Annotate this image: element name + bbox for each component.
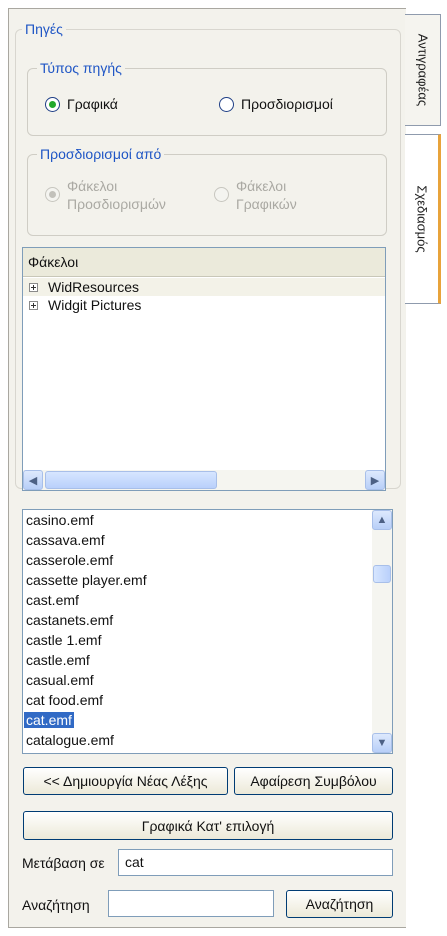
radio-graphics-folders-label: Φάκελοι Γραφικών	[236, 178, 297, 212]
list-item[interactable]: castle.emf	[23, 650, 392, 670]
list-item[interactable]: casual.emf	[23, 670, 392, 690]
goto-input[interactable]: cat	[118, 849, 393, 876]
radio-qualifiers-label: Προσδιορισμοί	[241, 96, 333, 112]
list-item[interactable]: catalogue.emf	[23, 730, 392, 750]
qualifiers-from-group: Προσδιορισμοί από Φάκελοι Προσδιορισμών …	[27, 146, 387, 236]
list-item[interactable]: cast.emf	[23, 590, 392, 610]
radio-qualifier-folders[interactable]: Φάκελοι Προσδιορισμών	[45, 177, 167, 213]
expand-icon[interactable]	[29, 282, 38, 292]
files-list[interactable]: casino.emf cassava.emf casserole.emf cas…	[22, 509, 393, 754]
radio-graphics-folders-indicator[interactable]	[214, 187, 229, 202]
list-item[interactable]: casino.emf	[23, 510, 392, 530]
tree-item-label: Widgit Pictures	[48, 297, 142, 313]
tab-copier-label: Αντιγραφέας	[415, 33, 430, 107]
radio-qualifiers[interactable]: Προσδιορισμοί	[219, 96, 333, 112]
list-item[interactable]: castle 1.emf	[23, 630, 392, 650]
tree-horizontal-scrollbar[interactable]: ◀ ▶	[23, 470, 385, 490]
scroll-down-icon[interactable]: ▼	[372, 733, 392, 753]
sources-title: Πηγές	[22, 21, 66, 37]
scrollbar-thumb[interactable]	[373, 565, 391, 583]
expand-icon[interactable]	[29, 300, 38, 310]
list-item[interactable]: castanets.emf	[23, 610, 392, 630]
radio-graphics-folders[interactable]: Φάκελοι Γραφικών	[214, 177, 310, 213]
tree-item-widresources[interactable]: WidResources	[23, 278, 385, 296]
tab-design[interactable]: Σχεδιασμός	[405, 134, 441, 304]
radio-graphics-label: Γραφικά	[67, 96, 118, 112]
remove-symbol-button[interactable]: Αφαίρεση Συμβόλου	[234, 767, 393, 795]
list-item[interactable]: casserole.emf	[23, 550, 392, 570]
radio-qualifiers-indicator[interactable]	[219, 97, 234, 112]
scroll-up-icon[interactable]: ▲	[372, 510, 392, 530]
list-item[interactable]: cassette player.emf	[23, 570, 392, 590]
list-item[interactable]: cat food.emf	[23, 690, 392, 710]
goto-label: Μετάβαση σε	[22, 855, 105, 871]
source-type-title: Τύπος πηγής	[37, 60, 125, 76]
scroll-left-icon[interactable]: ◀	[23, 470, 43, 490]
tab-design-label: Σχεδιασμός	[414, 185, 429, 253]
graphics-selection-button[interactable]: Γραφικά Κατ' επιλογή	[23, 811, 393, 840]
search-label: Αναζήτηση	[22, 897, 90, 913]
source-type-group: Τύπος πηγής Γραφικά Προσδιορισμοί	[27, 60, 387, 136]
files-vertical-scrollbar[interactable]: ▲ ▼	[372, 510, 392, 753]
create-new-word-button[interactable]: << Δημιουργία Νέας Λέξης	[23, 767, 228, 795]
radio-qualifier-folders-indicator[interactable]	[45, 187, 60, 202]
tree-item-widgit-pictures[interactable]: Widgit Pictures	[23, 296, 385, 314]
qualifiers-from-title: Προσδιορισμοί από	[37, 146, 165, 162]
folders-tree[interactable]: Φάκελοι WidResources Widgit Pictures ◀ ▶	[22, 247, 386, 491]
tree-item-label: WidResources	[48, 279, 140, 295]
radio-qualifier-folders-label: Φάκελοι Προσδιορισμών	[67, 178, 166, 212]
list-item[interactable]: cassava.emf	[23, 530, 392, 550]
tab-copier[interactable]: Αντιγραφέας	[405, 14, 441, 126]
search-input[interactable]	[108, 890, 274, 917]
radio-graphics[interactable]: Γραφικά	[45, 96, 118, 112]
list-item-selected[interactable]: cat.emf	[23, 710, 392, 730]
folders-tree-header: Φάκελοι	[23, 248, 385, 277]
search-button[interactable]: Αναζήτηση	[286, 890, 393, 918]
radio-graphics-indicator[interactable]	[45, 97, 60, 112]
scroll-right-icon[interactable]: ▶	[365, 470, 385, 490]
scrollbar-thumb[interactable]	[45, 471, 217, 489]
